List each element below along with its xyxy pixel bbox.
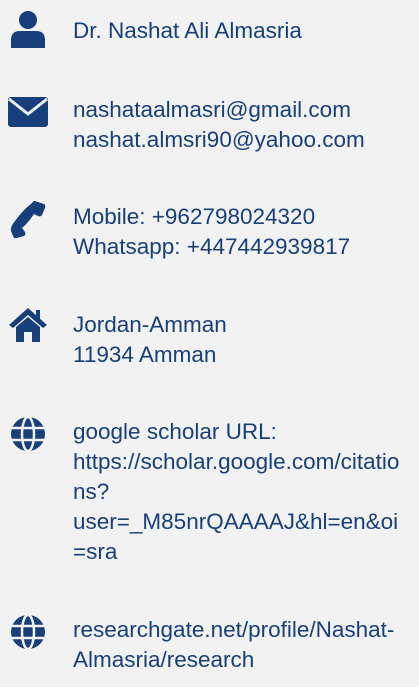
globe-icon: [8, 612, 48, 652]
scholar-link-3[interactable]: user=_M85nrQAAAAJ&hl=en&oi: [73, 507, 399, 537]
whatsapp-number[interactable]: Whatsapp: +447442939817: [73, 232, 350, 262]
researchgate-text: researchgate.net/profile/Nashat- Almasri…: [73, 615, 394, 675]
address-line-1: Jordan-Amman: [73, 312, 227, 337]
scholar-label: google scholar URL:: [73, 419, 277, 444]
home-icon: [8, 305, 48, 345]
phone-text: Mobile: +962798024320 Whatsapp: +4474429…: [73, 202, 350, 262]
scholar-link-2[interactable]: ns?: [73, 477, 399, 507]
email-secondary[interactable]: nashat.almsri90@yahoo.com: [73, 125, 365, 155]
researchgate-link-2[interactable]: Almasria/research: [73, 645, 394, 675]
email-primary[interactable]: nashataalmasri@gmail.com: [73, 95, 365, 125]
name-text: Dr. Nashat Ali Almasria: [73, 16, 302, 46]
address-text: Jordan-Amman 11934 Amman: [73, 310, 227, 370]
scholar-link-1[interactable]: https://scholar.google.com/citatio: [73, 447, 399, 477]
phone-icon: [8, 199, 48, 239]
full-name: Dr. Nashat Ali Almasria: [73, 18, 302, 43]
email-text: nashataalmasri@gmail.com nashat.almsri90…: [73, 95, 365, 155]
researchgate-link-1[interactable]: researchgate.net/profile/Nashat-: [73, 615, 394, 645]
globe-icon: [8, 414, 48, 454]
user-icon: [8, 10, 48, 50]
address-line-2: 11934 Amman: [73, 342, 217, 367]
scholar-text: google scholar URL: https://scholar.goog…: [73, 417, 399, 567]
scholar-link-4[interactable]: =sra: [73, 537, 399, 567]
mobile-number[interactable]: Mobile: +962798024320: [73, 202, 350, 232]
envelope-icon: [8, 92, 48, 132]
